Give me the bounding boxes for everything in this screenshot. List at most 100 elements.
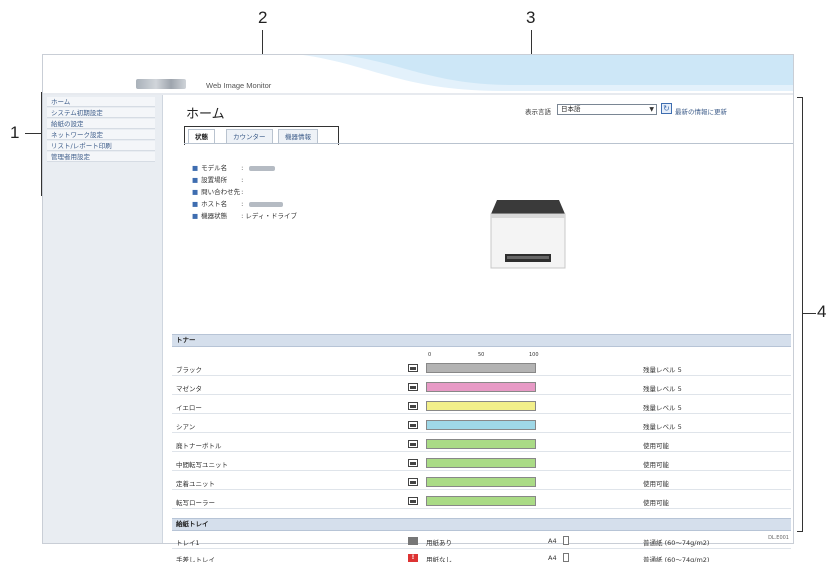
toner-icon [408,402,418,410]
toner-icon [408,478,418,486]
tab-device-info[interactable]: 機器情報 [278,129,318,143]
bullet-icon: ■ [192,188,199,196]
callout-1-leader [25,133,41,134]
sidebar-item-system-settings[interactable]: システム初期設定 [47,108,155,118]
paper-orientation-icon [563,536,569,545]
toner-row: 廃トナーボトル 使用可能 [172,436,791,452]
app-title: Web Image Monitor [206,81,272,90]
sidebar-item-network-settings[interactable]: ネットワーク設定 [47,130,155,140]
callout-4: 4 [817,302,827,321]
web-image-monitor-window: Web Image Monitor ホーム システム初期設定 給紙の設定 ネット… [42,54,794,562]
page-title: ホーム [186,107,225,122]
toner-level-bar [426,477,536,487]
toner-icon [408,497,418,505]
callout-4-leader [803,313,816,314]
sidebar: ホーム システム初期設定 給紙の設定 ネットワーク設定 リスト/レポート印刷 管… [43,95,163,543]
toner-status: 使用可能 [643,442,669,450]
toner-level-fill [427,402,535,410]
toner-status: 残量レベル 5 [643,404,682,412]
chevron-down-icon: ▼ [649,106,654,113]
toner-row: 定着ユニット 使用可能 [172,474,791,490]
toner-status: 残量レベル 5 [643,423,682,431]
scale-label-0: 0 [428,352,432,358]
toner-icon [408,421,418,429]
sidebar-item-admin-settings[interactable]: 管理者用設定 [47,152,155,162]
toner-icon [408,459,418,467]
sidebar-item-print-list-report[interactable]: リスト/レポート印刷 [47,141,155,151]
toner-row: 中間転写ユニット 使用可能 [172,455,791,471]
refresh-link[interactable]: 最新の情報に更新 [675,106,727,116]
toner-level-bar [426,439,536,449]
toner-level-bar [426,363,536,373]
tray-paper-type: 普通紙 (60〜74g/m2) [643,556,710,562]
toner-level-fill [427,364,535,372]
toner-row: 転写ローラー 使用可能 [172,493,791,509]
tray-name: トレイ1 [176,539,200,547]
tray-paper-type: 普通紙 (60〜74g/m2) [643,539,710,547]
toner-level-fill [427,497,535,505]
tray-name: 手差しトレイ [176,556,215,562]
callout-2: 2 [258,8,268,27]
toner-level-bar [426,382,536,392]
redacted-value [249,165,276,171]
toner-name: ブラック [176,366,202,374]
info-model-name: ■ モデル名: [192,162,276,172]
toner-section-header: トナー [172,334,791,347]
callout-1: 1 [10,123,20,142]
bullet-icon: ■ [192,200,199,208]
toner-level-fill [427,421,535,429]
tray-paper-state: 用紙あり [426,539,452,547]
tray-empty-icon: ! [408,554,418,562]
bullet-icon: ■ [192,212,199,220]
toner-name: マゼンタ [176,385,202,393]
callout-3: 3 [526,8,536,27]
tray-section-header: 給紙トレイ [172,518,791,531]
toner-icon [408,383,418,391]
toner-icon [408,364,418,372]
paper-orientation-icon [563,553,569,562]
language-value: 日本語 [561,105,581,113]
tray-paper-state: 用紙なし [426,556,452,562]
tab-status[interactable]: 状態 [188,129,215,143]
toner-row: シアン 残量レベル 5 [172,417,791,433]
toner-name: イエロー [176,404,202,412]
toner-name: 中間転写ユニット [176,461,228,469]
sidebar-item-home[interactable]: ホーム [47,97,155,107]
toner-level-bar [426,420,536,430]
bullet-icon: ■ [192,164,199,172]
toner-level-bar [426,458,536,468]
tray-paper-size: A4 [548,554,557,562]
tab-divider [184,143,793,144]
tray-paper-size: A4 [548,537,557,545]
toner-level-fill [427,383,535,391]
info-host-name: ■ ホスト名: [192,198,284,208]
toner-row: ブラック 残量レベル 5 [172,360,791,376]
toner-level-bar [426,401,536,411]
product-logo [136,79,186,89]
figure-code: DL.E001 [768,535,789,541]
tray-row: トレイ1 用紙あり A4 普通紙 (60〜74g/m2) [172,533,791,549]
scale-label-50: 50 [478,352,485,358]
language-label: 表示言語 [525,108,551,116]
toner-icon [408,440,418,448]
redacted-value [249,201,284,207]
toner-status: 残量レベル 5 [643,366,682,374]
toner-level-fill [427,459,535,467]
info-location: ■ 設置場所: [192,176,244,184]
language-select[interactable]: 日本語 ▼ [557,104,657,115]
toner-level-bar [426,496,536,506]
refresh-icon[interactable]: ↻ [661,103,672,114]
bullet-icon: ■ [192,176,199,184]
info-contact: ■ 問い合わせ先: [192,188,244,196]
tray-icon [408,537,418,545]
main-content: ホーム 表示言語 日本語 ▼ ↻ 最新の情報に更新 状態 カウンター 機器情報 … [164,95,793,562]
toner-level-fill [427,478,535,486]
toner-status: 使用可能 [643,461,669,469]
sidebar-item-paper-settings[interactable]: 給紙の設定 [47,119,155,129]
toner-row: マゼンタ 残量レベル 5 [172,379,791,395]
toner-level-fill [427,440,535,448]
tab-counter[interactable]: カウンター [226,129,273,143]
header-wave [43,55,793,95]
printer-image [490,200,566,269]
toner-name: 定着ユニット [176,480,215,488]
